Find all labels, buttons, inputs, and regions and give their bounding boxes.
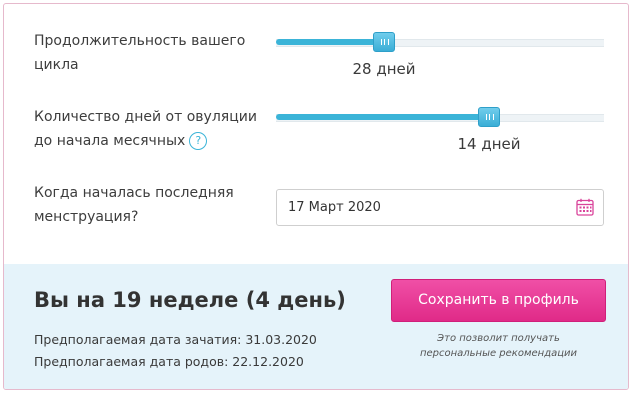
save-note: Это позволит получать персональные реком…	[419, 333, 578, 359]
slider-fill	[276, 39, 384, 45]
last-period-date-input[interactable]: 17 Март 2020	[276, 189, 604, 226]
cycle-length-value: 28 дней	[352, 60, 416, 78]
pregnancy-week-headline: Вы на 19 неделе (4 день)	[34, 288, 346, 312]
ovulation-days-label: Количество дней от овуляции до начала ме…	[34, 109, 257, 150]
cycle-length-label: Продолжительность вашего цикла	[34, 33, 246, 73]
slider-fill	[276, 114, 489, 120]
help-icon[interactable]: ?	[189, 132, 208, 150]
birth-date: Предполагаемая дата родов: 22.12.2020	[34, 354, 304, 369]
calendar-icon[interactable]	[576, 198, 594, 216]
cycle-length-slider[interactable]	[276, 32, 604, 54]
slider-thumb[interactable]	[478, 107, 500, 127]
grip-icon	[381, 39, 389, 45]
calculator-card: Продолжительность вашего цикла 28 дней К…	[3, 3, 629, 390]
date-value: 17 Март 2020	[288, 200, 381, 215]
save-to-profile-button[interactable]: Сохранить в профиль	[391, 279, 606, 322]
grip-icon	[486, 114, 494, 120]
slider-thumb[interactable]	[373, 32, 395, 52]
result-panel: Вы на 19 неделе (4 день) Предполагаемая …	[4, 264, 628, 389]
conception-date: Предполагаемая дата зачатия: 31.03.2020	[34, 332, 317, 347]
ovulation-days-slider[interactable]	[276, 107, 604, 129]
ovulation-days-value: 14 дней	[457, 135, 521, 153]
last-period-label: Когда началась последняя менструация?	[34, 185, 234, 225]
